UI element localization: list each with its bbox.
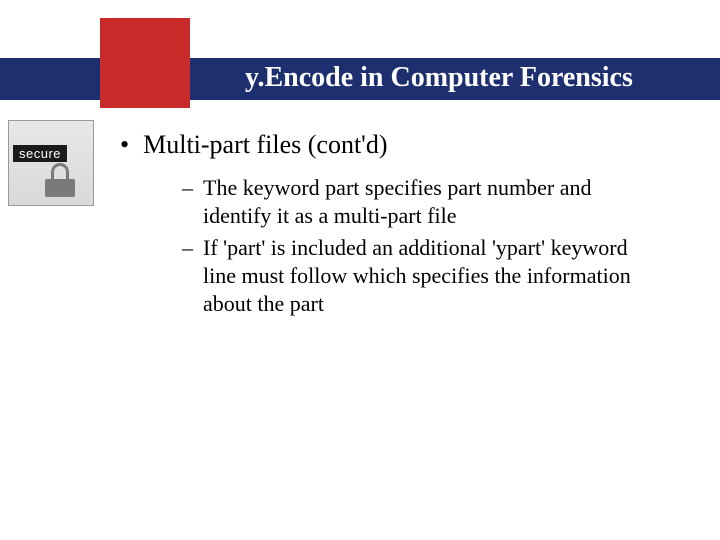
accent-square — [100, 18, 190, 108]
sub-text: If 'part' is included an additional 'ypa… — [203, 234, 643, 318]
slide-content: • Multi-part files (cont'd) – The keywor… — [120, 130, 680, 322]
badge-background: secure — [8, 120, 94, 206]
bullet-marker: • — [120, 130, 129, 160]
sub-list: – The keyword part specifies part number… — [182, 174, 680, 318]
bullet-item: • Multi-part files (cont'd) — [120, 130, 680, 160]
sub-text: The keyword part specifies part number a… — [203, 174, 643, 230]
secure-badge: secure — [8, 120, 94, 206]
dash-marker: – — [182, 234, 193, 262]
badge-label: secure — [13, 145, 67, 162]
sub-item: – If 'part' is included an additional 'y… — [182, 234, 680, 318]
lock-icon — [45, 171, 75, 197]
dash-marker: – — [182, 174, 193, 202]
sub-item: – The keyword part specifies part number… — [182, 174, 680, 230]
bullet-text: Multi-part files (cont'd) — [143, 130, 387, 160]
slide-title: y.Encode in Computer Forensics — [245, 62, 633, 94]
